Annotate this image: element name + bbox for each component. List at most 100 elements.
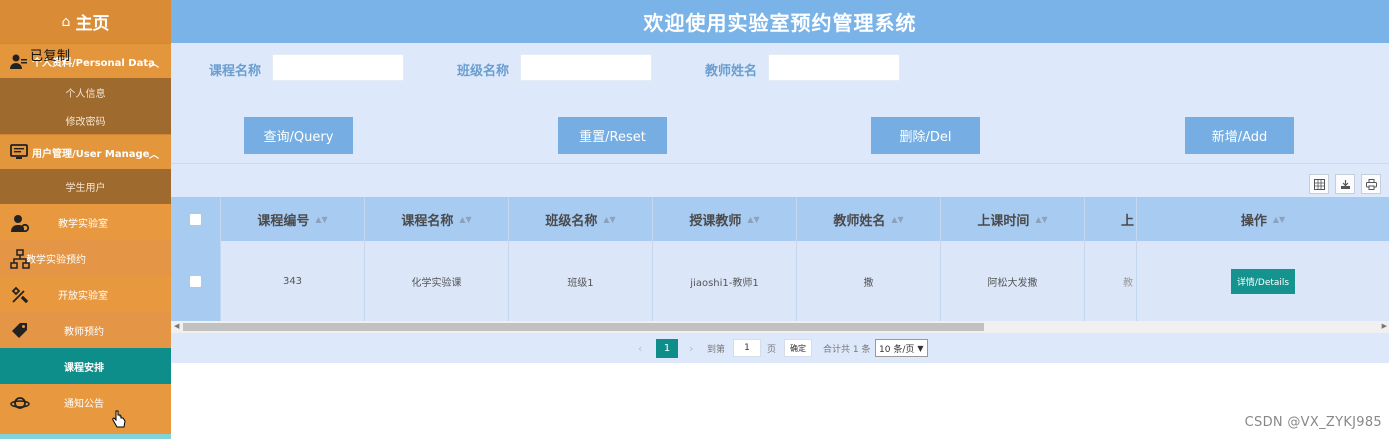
column-header-label: 课程名称 (401, 213, 454, 229)
columns-grid-icon[interactable] (1309, 174, 1329, 194)
sidebar-item-teaching-lab[interactable]: 教学实验室 (0, 204, 171, 240)
table-row: 343 化学实验课 班级1 jiaoshi1-教师1 撒 阿松大发撒 教 详情/… (171, 241, 1389, 321)
header-operation: 操作 ▲▼ (1136, 197, 1389, 241)
cell-cut-column: 教 (1085, 241, 1137, 321)
cell-class-name: 班级1 (509, 241, 653, 321)
pagination: ‹ 1 › 到第 页 确定 合计共 1 条 10 条/页 ▼ (171, 333, 1389, 363)
cell-course-name: 化学实验课 (365, 241, 509, 321)
header-cut-column[interactable]: 上 (1085, 197, 1137, 241)
total-count: 合计共 1 条 (823, 344, 871, 355)
sort-icon: ▲▼ (1035, 214, 1048, 224)
scroll-left-icon[interactable]: ◀ (174, 322, 179, 330)
details-button[interactable]: 详情/Details (1230, 268, 1296, 294)
class-name-input[interactable] (520, 54, 652, 81)
section-user-manage-label: 用户管理/User Manage (32, 148, 150, 160)
monitor-icon (10, 144, 28, 160)
chevron-up-icon: ︿ (149, 150, 159, 161)
header-class-time[interactable]: 上课时间 ▲▼ (941, 197, 1085, 241)
column-header-label: 上 (1121, 213, 1135, 229)
cell-cut-text: 教 (1123, 277, 1133, 289)
column-header-label: 课程编号 (257, 213, 310, 229)
delete-button[interactable]: 删除/Del (871, 117, 980, 154)
column-header-label: 教师姓名 (833, 213, 886, 229)
cell-teacher: jiaoshi1-教师1 (653, 241, 797, 321)
cell-course-no: 343 (221, 241, 365, 321)
sidebar-bottom-strip (0, 434, 171, 439)
reset-button[interactable]: 重置/Reset (558, 117, 667, 154)
sidebar-item-course-schedule[interactable]: 课程安排 (0, 348, 171, 384)
home-link[interactable]: ⌂ 主页 (0, 0, 171, 43)
query-button[interactable]: 查询/Query (244, 117, 353, 154)
sitemap-icon (10, 249, 30, 269)
sidebar: ⌂ 主页 个人资料/Personal Data ︿ 个人信息 修改密码 用户管理… (0, 0, 171, 439)
tools-icon (10, 285, 30, 305)
course-name-label: 课程名称 (209, 64, 262, 79)
page-unit-label: 页 (767, 344, 777, 355)
user-card-icon (10, 53, 28, 69)
column-header-label: 操作 (1240, 213, 1267, 229)
watermark: CSDN @VX_ZYKJ985 (1244, 415, 1382, 430)
chevron-up-icon: ︿ (149, 59, 159, 70)
main-content: 欢迎使用实验室预约管理系统 课程名称 班级名称 教师姓名 查询/Query 重置… (171, 0, 1389, 439)
sidebar-item-personal-info[interactable]: 个人信息 (0, 78, 171, 106)
print-icon[interactable] (1361, 174, 1381, 194)
class-name-label: 班级名称 (457, 64, 510, 79)
select-all-checkbox[interactable] (189, 212, 202, 226)
page-size-select[interactable]: 10 条/页 ▼ (875, 339, 928, 357)
header-teacher[interactable]: 授课教师 ▲▼ (653, 197, 797, 241)
section-user-manage[interactable]: 用户管理/User Manage ︿ (0, 134, 171, 169)
sidebar-item-label: 开放实验室 (58, 290, 108, 302)
row-checkbox[interactable] (189, 274, 202, 288)
sidebar-item-open-lab[interactable]: 开放实验室 (0, 276, 171, 312)
sidebar-item-lab-booking[interactable]: 教学实验预约 (0, 240, 171, 276)
person-gear-icon (10, 213, 30, 233)
personal-submenu: 个人信息 修改密码 (0, 78, 171, 134)
teacher-name-input[interactable] (768, 54, 900, 81)
prev-page-icon[interactable]: ‹ (638, 342, 642, 355)
next-page-icon[interactable]: › (689, 342, 693, 355)
table-header-row: 课程编号 ▲▼ 课程名称 ▲▼ 班级名称 ▲▼ 授课教师 ▲▼ 教师姓名 ▲▼ 上课时间 ▲… (171, 197, 1389, 241)
search-panel: 课程名称 班级名称 教师姓名 查询/Query 重置/Reset 删除/Del … (171, 43, 1389, 163)
header-teacher-name[interactable]: 教师姓名 ▲▼ (797, 197, 941, 241)
confirm-page-button[interactable]: 确定 (784, 339, 812, 357)
add-button[interactable]: 新增/Add (1185, 117, 1294, 154)
sort-icon: ▲▼ (315, 214, 328, 224)
sidebar-item-label: 课程安排 (64, 362, 104, 374)
goto-label: 到第 (707, 344, 726, 355)
sort-icon: ▲▼ (603, 214, 616, 224)
sidebar-item-label: 教学实验室 (58, 218, 108, 230)
copied-toast: 已复制 (30, 49, 71, 64)
chevron-down-icon: ▼ (917, 343, 924, 353)
table-toolbar (171, 164, 1389, 199)
section-personal-data[interactable]: 个人资料/Personal Data ︿ (0, 43, 171, 78)
goto-page-input[interactable] (733, 339, 761, 357)
export-icon[interactable] (1335, 174, 1355, 194)
sort-icon: ▲▼ (459, 214, 472, 224)
sidebar-item-notices[interactable]: 通知公告 (0, 384, 171, 420)
header-course-no[interactable]: 课程编号 ▲▼ (221, 197, 365, 241)
sidebar-item-label: 教学实验预约 (26, 254, 86, 266)
scroll-right-icon[interactable]: ▶ (1382, 322, 1387, 330)
home-icon: ⌂ (61, 13, 71, 30)
planet-icon (10, 393, 30, 413)
sidebar-item-students[interactable]: 学生用户 (0, 169, 171, 204)
sidebar-item-label: 通知公告 (64, 398, 104, 410)
horizontal-scrollbar[interactable]: ◀ ▶ (171, 321, 1389, 333)
page-number-current[interactable]: 1 (656, 338, 678, 358)
column-header-label: 授课教师 (689, 213, 742, 229)
header-class-name[interactable]: 班级名称 ▲▼ (509, 197, 653, 241)
column-header-label: 上课时间 (977, 213, 1030, 229)
data-table: 课程编号 ▲▼ 课程名称 ▲▼ 班级名称 ▲▼ 授课教师 ▲▼ 教师姓名 ▲▼ 上课时间 ▲… (171, 197, 1389, 333)
header-course-name[interactable]: 课程名称 ▲▼ (365, 197, 509, 241)
scrollbar-thumb[interactable] (183, 323, 984, 331)
column-header-label: 班级名称 (545, 213, 598, 229)
page-title: 欢迎使用实验室预约管理系统 (171, 0, 1389, 43)
header-select-cell (171, 197, 221, 241)
course-name-input[interactable] (272, 54, 404, 81)
cell-class-time: 阿松大发撒 (941, 241, 1085, 321)
sidebar-item-change-password[interactable]: 修改密码 (0, 106, 171, 134)
tag-icon (10, 321, 30, 341)
user-submenu: 学生用户 (0, 169, 171, 204)
sidebar-item-teacher-booking[interactable]: 教师预约 (0, 312, 171, 348)
teacher-name-label: 教师姓名 (705, 64, 758, 79)
